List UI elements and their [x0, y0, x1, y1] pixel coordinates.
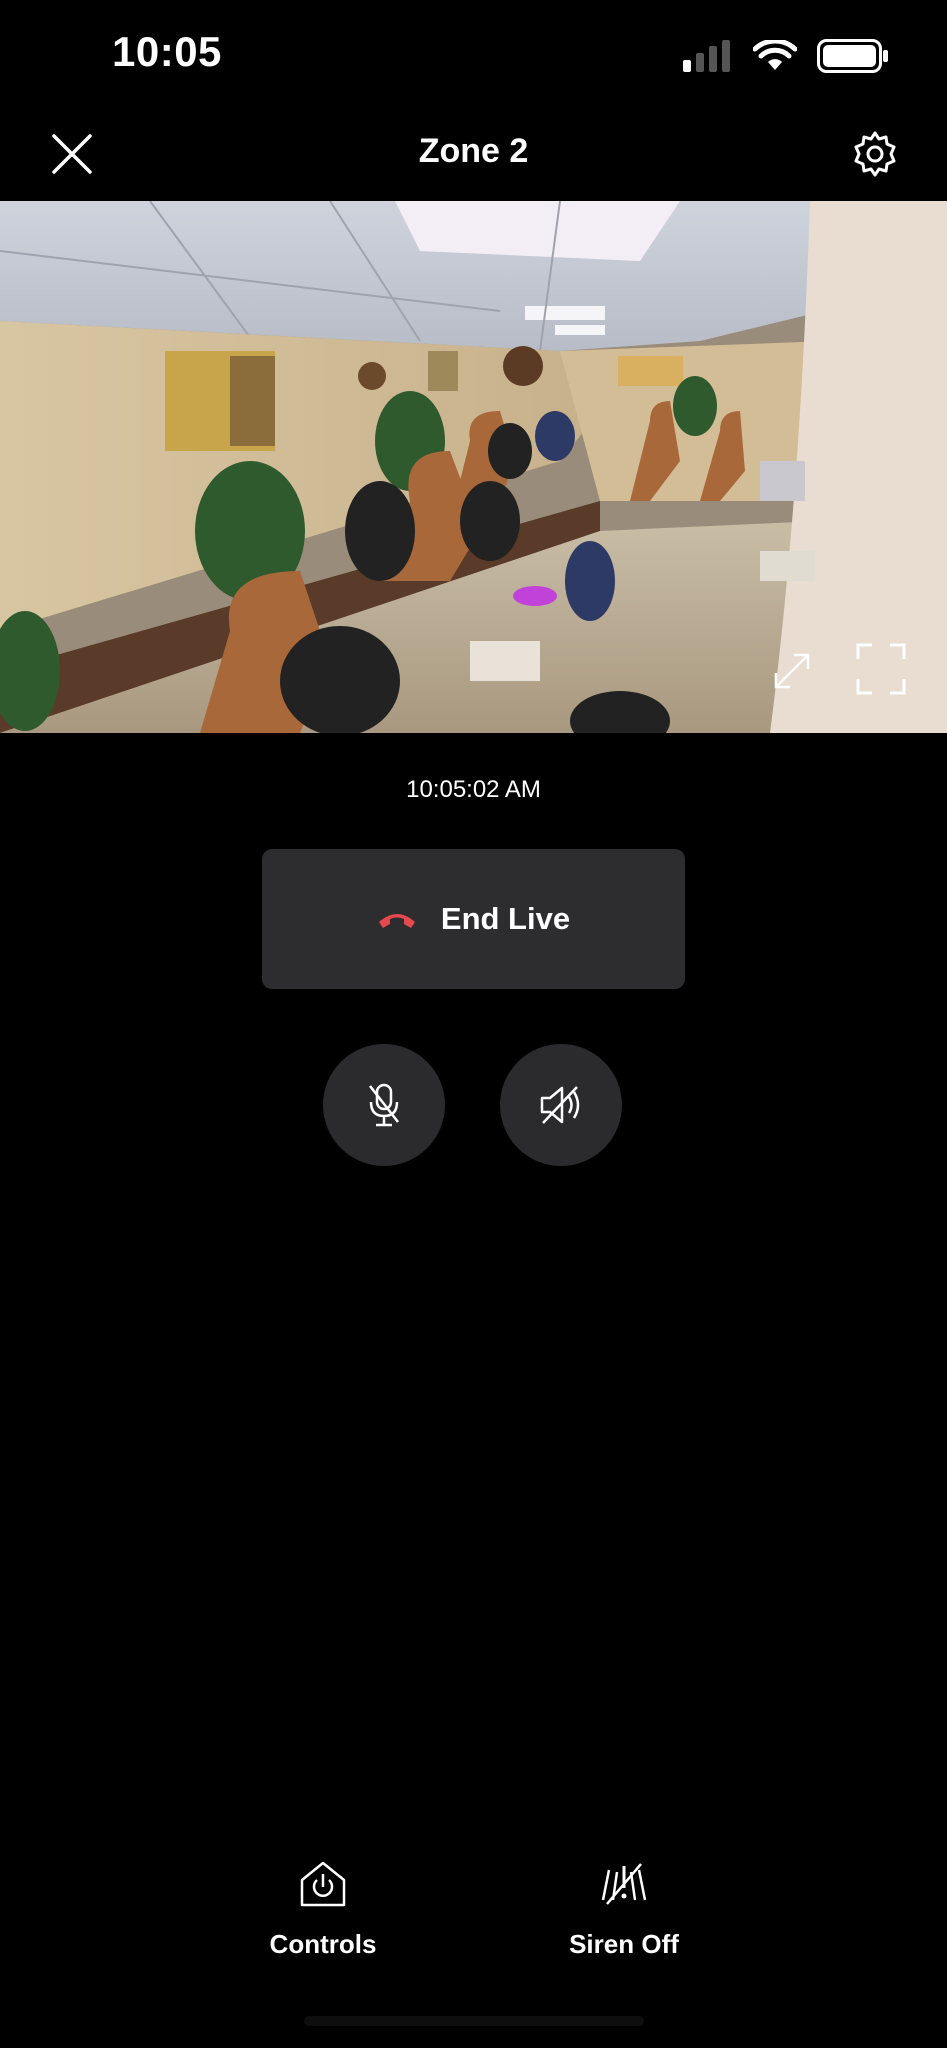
status-time: 10:05 [112, 28, 222, 75]
mic-toggle-button[interactable] [323, 1044, 445, 1166]
video-timestamp: 10:05:02 AM [406, 776, 541, 803]
end-live-label: End Live [440, 901, 571, 936]
gear-icon [854, 131, 896, 177]
hang-up-icon [378, 914, 415, 928]
live-video-feed[interactable] [0, 201, 947, 733]
expand-button[interactable] [768, 647, 816, 695]
siren-off-icon [601, 1863, 647, 1905]
home-indicator [304, 2016, 644, 2026]
expand-icon [774, 653, 810, 689]
wifi-icon [753, 40, 797, 70]
page-title: Zone 2 [418, 132, 529, 170]
settings-button[interactable] [851, 130, 899, 178]
status-icons [683, 38, 889, 74]
end-live-button[interactable]: End Live [262, 849, 685, 989]
controls-label: Controls [269, 1929, 377, 1959]
speaker-toggle-button[interactable] [500, 1044, 622, 1166]
fullscreen-button[interactable] [856, 643, 906, 695]
power-home-icon [300, 1861, 346, 1907]
siren-nav-item[interactable]: Siren Off [514, 1860, 734, 1960]
cellular-signal-icon [683, 40, 730, 72]
controls-nav-item[interactable]: Controls [213, 1860, 433, 1960]
fullscreen-icon [856, 643, 906, 695]
siren-label: Siren Off [569, 1929, 679, 1959]
mic-muted-icon [369, 1083, 399, 1127]
speaker-muted-icon [540, 1086, 580, 1124]
battery-icon [817, 39, 888, 73]
